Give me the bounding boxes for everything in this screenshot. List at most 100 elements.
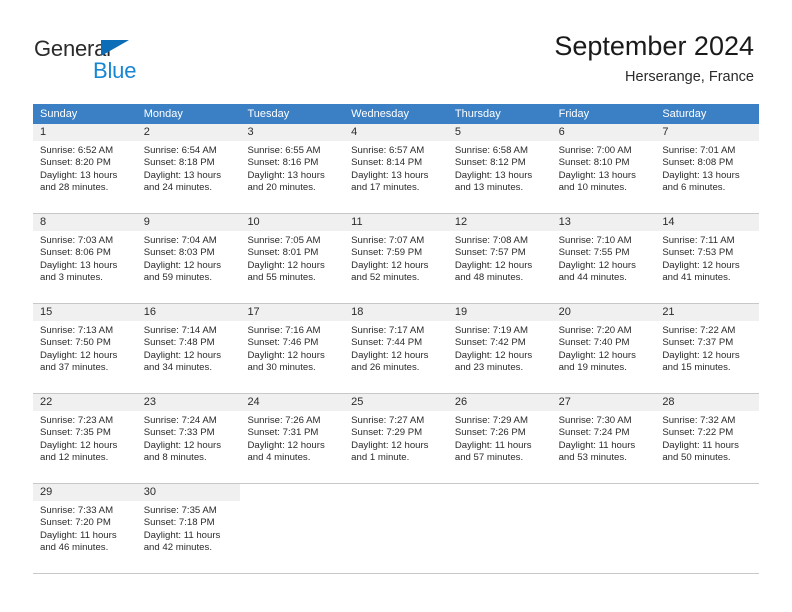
- day-cell[interactable]: 26 Sunrise: 7:29 AM Sunset: 7:26 PM Dayl…: [447, 394, 552, 483]
- day-cell[interactable]: 29 Sunrise: 7:33 AM Sunset: 7:20 PM Dayl…: [33, 484, 137, 573]
- day-cell[interactable]: 7 Sunrise: 7:01 AM Sunset: 8:08 PM Dayli…: [655, 124, 760, 213]
- page-subtitle-location: Herserange, France: [625, 69, 754, 85]
- day-cell[interactable]: 25 Sunrise: 7:27 AM Sunset: 7:29 PM Dayl…: [344, 394, 448, 483]
- day-cell[interactable]: 30 Sunrise: 7:35 AM Sunset: 7:18 PM Dayl…: [136, 484, 241, 573]
- day-cell[interactable]: 13 Sunrise: 7:10 AM Sunset: 7:55 PM Dayl…: [551, 214, 656, 303]
- day-number: 7: [662, 126, 669, 138]
- day-info: Sunrise: 7:05 AM Sunset: 8:01 PM Dayligh…: [240, 231, 344, 285]
- day-cell[interactable]: 6 Sunrise: 7:00 AM Sunset: 8:10 PM Dayli…: [551, 124, 656, 213]
- daylight-text: Daylight: 11 hours and 53 minutes.: [558, 439, 636, 464]
- day-info: Sunrise: 7:24 AM Sunset: 7:33 PM Dayligh…: [137, 411, 241, 465]
- sunset-text: Sunset: 8:01 PM: [247, 247, 319, 259]
- day-number-bar: 19: [447, 304, 552, 321]
- day-number: 9: [143, 216, 150, 228]
- day-cell[interactable]: 4 Sunrise: 6:57 AM Sunset: 8:14 PM Dayli…: [344, 124, 448, 213]
- day-cell[interactable]: 16 Sunrise: 7:14 AM Sunset: 7:48 PM Dayl…: [136, 304, 241, 393]
- calendar-week-row: 22 Sunrise: 7:23 AM Sunset: 7:35 PM Dayl…: [33, 394, 760, 484]
- day-cell[interactable]: 20 Sunrise: 7:20 AM Sunset: 7:40 PM Dayl…: [551, 304, 656, 393]
- sunrise-text: Sunrise: 7:11 AM: [662, 235, 735, 246]
- day-cell[interactable]: 9 Sunrise: 7:04 AM Sunset: 8:03 PM Dayli…: [136, 214, 241, 303]
- day-cell[interactable]: 5 Sunrise: 6:58 AM Sunset: 8:12 PM Dayli…: [447, 124, 552, 213]
- sunrise-text: Sunrise: 7:10 AM: [558, 235, 632, 246]
- weekday-header-monday: Monday: [143, 108, 183, 120]
- sunrise-text: Sunrise: 7:20 AM: [558, 325, 632, 336]
- sunrise-text: Sunrise: 7:01 AM: [662, 145, 736, 156]
- sunset-text: Sunset: 7:29 PM: [351, 427, 423, 439]
- sunset-text: Sunset: 7:24 PM: [558, 427, 630, 439]
- daylight-text: Daylight: 12 hours and 19 minutes.: [558, 349, 636, 374]
- day-cell[interactable]: 8 Sunrise: 7:03 AM Sunset: 8:06 PM Dayli…: [33, 214, 137, 303]
- calendar-week-row: 8 Sunrise: 7:03 AM Sunset: 8:06 PM Dayli…: [33, 214, 760, 304]
- day-info: Sunrise: 6:52 AM Sunset: 8:20 PM Dayligh…: [33, 141, 137, 195]
- day-number: 8: [40, 216, 47, 228]
- day-cell[interactable]: 24 Sunrise: 7:26 AM Sunset: 7:31 PM Dayl…: [240, 394, 345, 483]
- daylight-text: Daylight: 12 hours and 12 minutes.: [40, 439, 118, 464]
- day-cell[interactable]: 2 Sunrise: 6:54 AM Sunset: 8:18 PM Dayli…: [136, 124, 241, 213]
- sunrise-text: Sunrise: 7:17 AM: [351, 325, 425, 336]
- day-cell[interactable]: 12 Sunrise: 7:08 AM Sunset: 7:57 PM Dayl…: [447, 214, 552, 303]
- day-number: 4: [351, 126, 358, 138]
- sunrise-text: Sunrise: 6:54 AM: [143, 145, 217, 156]
- day-cell[interactable]: 17 Sunrise: 7:16 AM Sunset: 7:46 PM Dayl…: [240, 304, 345, 393]
- day-cell[interactable]: 10 Sunrise: 7:05 AM Sunset: 8:01 PM Dayl…: [240, 214, 345, 303]
- day-number-bar: 12: [447, 214, 552, 231]
- daylight-text: Daylight: 12 hours and 59 minutes.: [143, 259, 222, 284]
- sunrise-text: Sunrise: 7:24 AM: [143, 415, 217, 426]
- day-number-bar: 30: [136, 484, 241, 501]
- daylight-text: Daylight: 12 hours and 8 minutes.: [143, 439, 222, 464]
- general-blue-logo[interactable]: General Blue: [34, 36, 164, 84]
- day-cell[interactable]: 19 Sunrise: 7:19 AM Sunset: 7:42 PM Dayl…: [447, 304, 552, 393]
- sunset-text: Sunset: 7:53 PM: [662, 247, 734, 259]
- sunset-text: Sunset: 7:59 PM: [351, 247, 423, 259]
- day-cell[interactable]: 1 Sunrise: 6:52 AM Sunset: 8:20 PM Dayli…: [33, 124, 137, 213]
- calendar-week-row: 1 Sunrise: 6:52 AM Sunset: 8:20 PM Dayli…: [33, 124, 760, 214]
- daylight-text: Daylight: 11 hours and 50 minutes.: [662, 439, 739, 464]
- day-cell[interactable]: 15 Sunrise: 7:13 AM Sunset: 7:50 PM Dayl…: [33, 304, 137, 393]
- day-number-bar: 7: [655, 124, 760, 141]
- day-cell-empty: [655, 484, 760, 573]
- day-cell[interactable]: 28 Sunrise: 7:32 AM Sunset: 7:22 PM Dayl…: [655, 394, 760, 483]
- day-cell[interactable]: 14 Sunrise: 7:11 AM Sunset: 7:53 PM Dayl…: [655, 214, 760, 303]
- page-header: General Blue September 2024 Herserange, …: [0, 0, 792, 100]
- day-number-bar: 29: [33, 484, 137, 501]
- day-number-bar: 27: [551, 394, 656, 411]
- day-number-bar: 1: [33, 124, 137, 141]
- daylight-text: Daylight: 13 hours and 6 minutes.: [662, 169, 740, 194]
- day-cell[interactable]: 18 Sunrise: 7:17 AM Sunset: 7:44 PM Dayl…: [344, 304, 448, 393]
- sunrise-text: Sunrise: 7:29 AM: [454, 415, 528, 426]
- day-number-bar: 2: [136, 124, 241, 141]
- sunset-text: Sunset: 7:40 PM: [558, 337, 630, 349]
- day-number: 18: [351, 306, 364, 318]
- day-info: Sunrise: 6:57 AM Sunset: 8:14 PM Dayligh…: [344, 141, 448, 195]
- day-number-bar: 13: [551, 214, 656, 231]
- day-cell[interactable]: 23 Sunrise: 7:24 AM Sunset: 7:33 PM Dayl…: [136, 394, 241, 483]
- day-number-bar: 26: [447, 394, 552, 411]
- daylight-text: Daylight: 12 hours and 30 minutes.: [247, 349, 325, 374]
- day-info: Sunrise: 7:22 AM Sunset: 7:37 PM Dayligh…: [655, 321, 759, 375]
- daylight-text: Daylight: 12 hours and 55 minutes.: [247, 259, 325, 284]
- sunrise-text: Sunrise: 7:07 AM: [351, 235, 425, 246]
- sunrise-text: Sunrise: 7:23 AM: [40, 415, 114, 426]
- logo-triangle-icon: [101, 40, 129, 56]
- day-info: Sunrise: 7:35 AM Sunset: 7:18 PM Dayligh…: [137, 501, 241, 555]
- day-cell[interactable]: 11 Sunrise: 7:07 AM Sunset: 7:59 PM Dayl…: [344, 214, 448, 303]
- day-info: Sunrise: 7:10 AM Sunset: 7:55 PM Dayligh…: [552, 231, 656, 285]
- day-info: Sunrise: 7:13 AM Sunset: 7:50 PM Dayligh…: [33, 321, 137, 375]
- day-cell[interactable]: 21 Sunrise: 7:22 AM Sunset: 7:37 PM Dayl…: [655, 304, 760, 393]
- day-cell[interactable]: 3 Sunrise: 6:55 AM Sunset: 8:16 PM Dayli…: [240, 124, 345, 213]
- daylight-text: Daylight: 13 hours and 13 minutes.: [454, 169, 533, 194]
- day-cell[interactable]: 27 Sunrise: 7:30 AM Sunset: 7:24 PM Dayl…: [551, 394, 656, 483]
- day-number: 5: [454, 126, 461, 138]
- daylight-text: Daylight: 12 hours and 44 minutes.: [558, 259, 636, 284]
- calendar-week-row: 15 Sunrise: 7:13 AM Sunset: 7:50 PM Dayl…: [33, 304, 760, 394]
- sunrise-text: Sunrise: 6:55 AM: [247, 145, 321, 156]
- daylight-text: Daylight: 13 hours and 17 minutes.: [351, 169, 429, 194]
- day-cell[interactable]: 22 Sunrise: 7:23 AM Sunset: 7:35 PM Dayl…: [33, 394, 137, 483]
- sunset-text: Sunset: 7:48 PM: [143, 337, 215, 349]
- day-number: 25: [351, 396, 364, 408]
- day-info: Sunrise: 6:58 AM Sunset: 8:12 PM Dayligh…: [448, 141, 552, 195]
- sunset-text: Sunset: 7:57 PM: [454, 247, 526, 259]
- day-info: Sunrise: 7:17 AM Sunset: 7:44 PM Dayligh…: [344, 321, 448, 375]
- day-number-bar: 11: [344, 214, 448, 231]
- day-number-bar: [655, 484, 759, 501]
